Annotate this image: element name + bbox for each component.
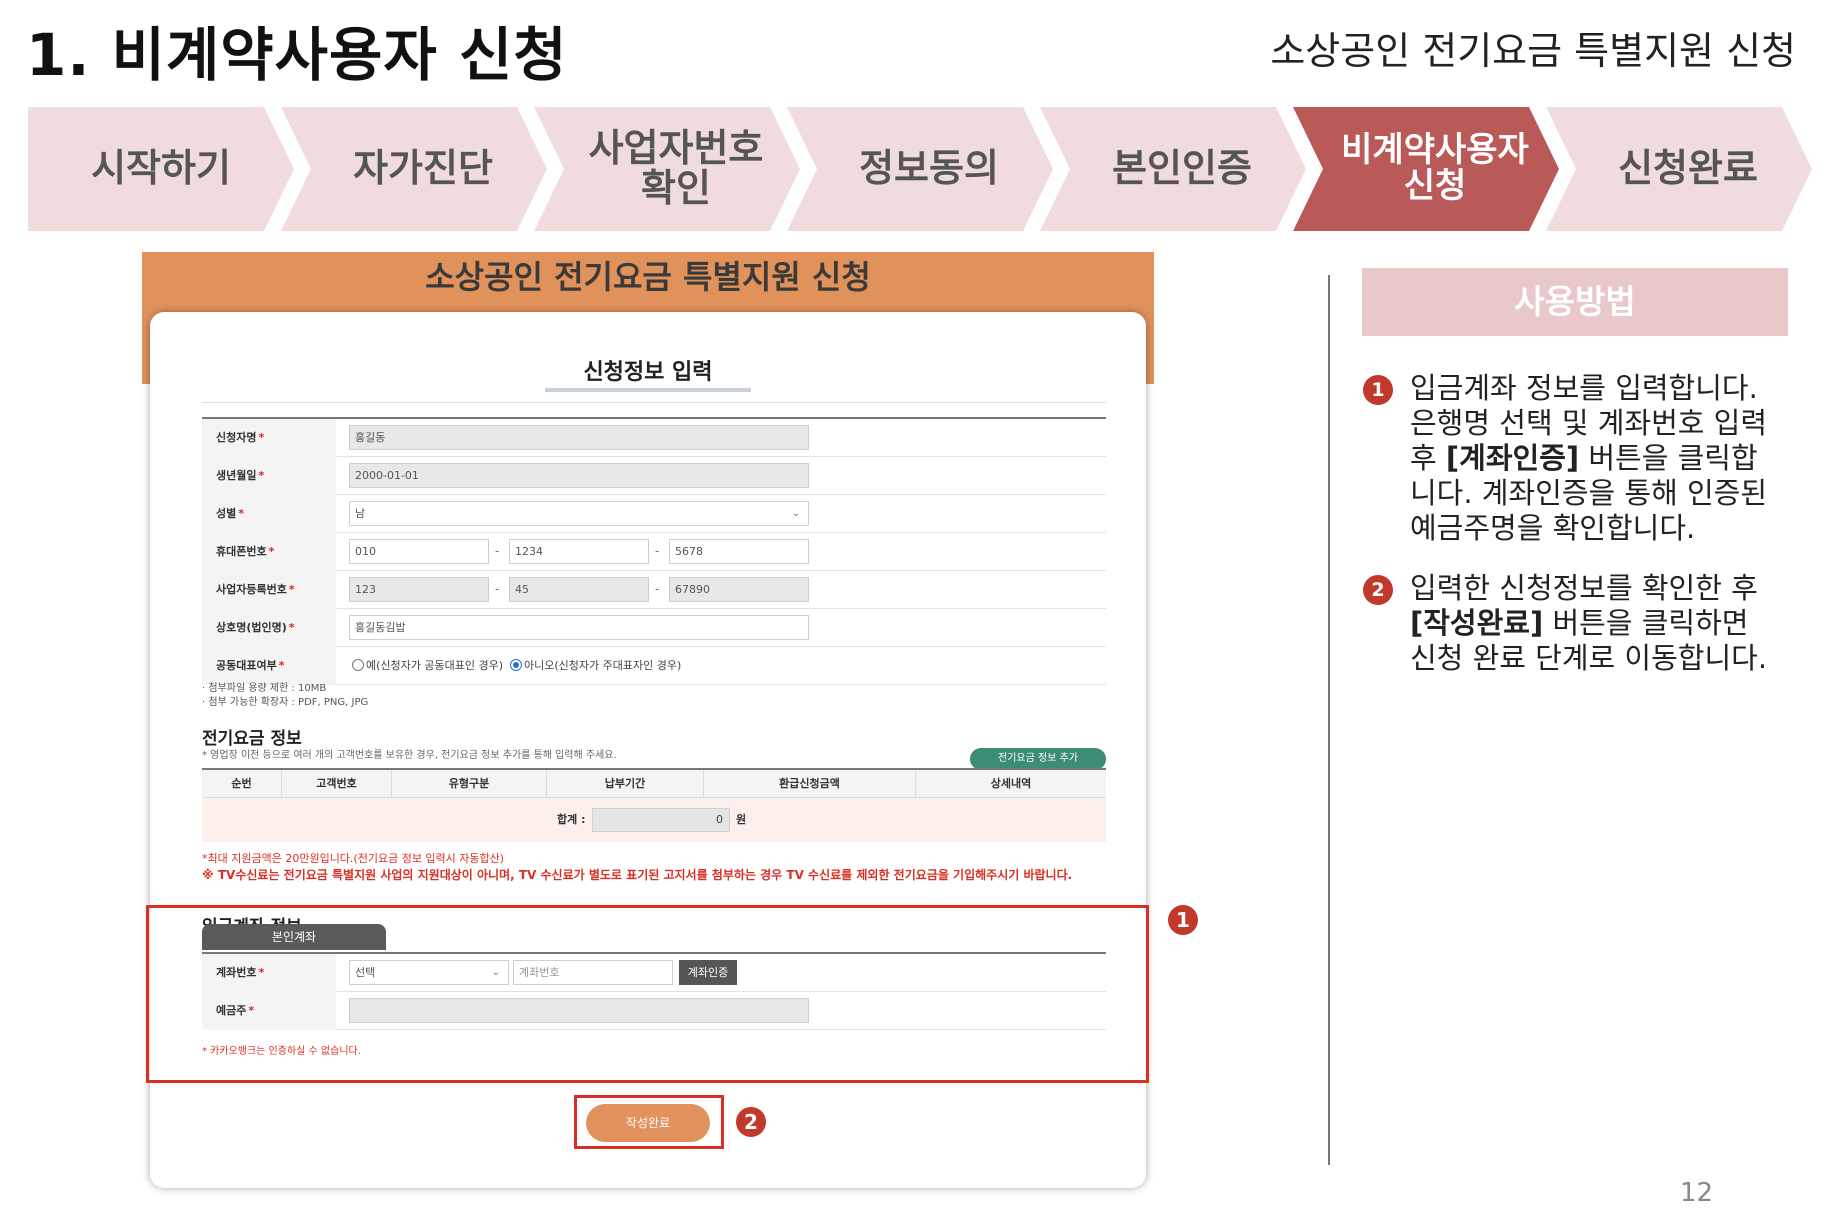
row-joint-rep: 공동대표여부 * 예(신청자가 공동대표인 경우) 아니오(신청자가 주대표자인 … bbox=[202, 647, 1106, 685]
callout-badge-1: 1 bbox=[1168, 905, 1198, 935]
mobile-input-3[interactable]: 5678 bbox=[669, 539, 809, 564]
max-support-note: *최대 지원금액은 20만원입니다.(전기요금 정보 입력시 자동합산) bbox=[202, 852, 505, 865]
step-self-check: 자가진단 bbox=[281, 107, 547, 231]
dash: - bbox=[655, 582, 660, 596]
electricity-table: 순번 고객번호 유형구분 납부기간 환급신청금액 상세내역 합계 : 0 원 bbox=[202, 768, 1106, 842]
gender-select[interactable]: 남 ⌄ bbox=[349, 501, 809, 526]
col-customer-no: 고객번호 bbox=[282, 770, 392, 798]
label-gender: 성별 * bbox=[202, 495, 336, 533]
joint-rep-radio-group: 예(신청자가 공동대표인 경우) 아니오(신청자가 주대표자인 경우) bbox=[352, 647, 681, 685]
howto-header: 사용방법 bbox=[1362, 268, 1788, 336]
row-business-number: 사업자등록번호 * 123 - 45 - 67890 bbox=[202, 571, 1106, 609]
electricity-total-row: 합계 : 0 원 bbox=[202, 798, 1106, 842]
mobile-input-1[interactable]: 010 bbox=[349, 539, 489, 564]
step-business-number: 사업자번호 확인 bbox=[534, 107, 800, 231]
howto-badge-2: 2 bbox=[1363, 575, 1393, 605]
business-number-input-3[interactable]: 67890 bbox=[669, 577, 809, 602]
step-identity: 본인인증 bbox=[1040, 107, 1306, 231]
submit-button[interactable]: 작성완료 bbox=[586, 1104, 710, 1142]
page-number: 12 bbox=[1680, 1178, 1714, 1208]
label-mobile: 휴대폰번호 * bbox=[202, 533, 336, 571]
slide-title: 1. 비계약사용자 신청 bbox=[26, 21, 568, 89]
howto-step-2: 입력한 신청정보를 확인한 후 [작성완료] 버튼을 클릭하면 신청 완료 단계… bbox=[1410, 571, 1768, 675]
col-period: 납부기간 bbox=[547, 770, 704, 798]
tv-fee-note: ※ TV수신료는 전기요금 특별지원 사업의 지원대상이 아니며, TV 수신료… bbox=[202, 868, 1073, 882]
row-gender: 성별 * 남 ⌄ bbox=[202, 495, 1106, 533]
step-complete: 신청완료 bbox=[1546, 107, 1812, 231]
dash: - bbox=[655, 544, 660, 558]
screenshot-header-title: 소상공인 전기요금 특별지원 신청 bbox=[425, 258, 871, 296]
step-start: 시작하기 bbox=[28, 107, 294, 231]
business-number-input-2[interactable]: 45 bbox=[509, 577, 649, 602]
howto-step-1: 입금계좌 정보를 입력합니다. 은행명 선택 및 계좌번호 입력 후 [계좌인증… bbox=[1410, 371, 1768, 545]
electricity-section-desc: * 영업장 이전 등으로 여러 개의 고객번호를 보유한 경우, 전기요금 정보… bbox=[202, 750, 617, 761]
attach-ext-note: · 첨부 가능한 확장자 : PDF, PNG, JPG bbox=[202, 697, 369, 708]
slide-subtitle: 소상공인 전기요금 특별지원 신청 bbox=[1270, 29, 1796, 73]
howto-badge-1: 1 bbox=[1363, 375, 1393, 405]
mobile-input-2[interactable]: 1234 bbox=[509, 539, 649, 564]
company-name-input[interactable]: 홍길동김밥 bbox=[349, 615, 809, 640]
row-company-name: 상호명(법인명) * 홍길동김밥 bbox=[202, 609, 1106, 647]
business-number-input-1[interactable]: 123 bbox=[349, 577, 489, 602]
joint-rep-no-label: 아니오(신청자가 주대표자인 경우) bbox=[524, 659, 682, 672]
callout-badge-2: 2 bbox=[736, 1107, 766, 1137]
total-unit: 원 bbox=[736, 813, 747, 826]
label-business-number: 사업자등록번호 * bbox=[202, 571, 336, 609]
label-birth-date: 생년월일 * bbox=[202, 457, 336, 495]
attach-size-note: · 첨부파일 용량 제한 : 10MB bbox=[202, 683, 327, 694]
progress-steps: 시작하기 자가진단 사업자번호 확인 정보동의 본인인증 비계약사용자 신청 신… bbox=[28, 107, 1813, 231]
col-type: 유형구분 bbox=[392, 770, 547, 798]
applicant-table: 신청자명 * 홍길동 생년월일 * 2000-01-01 성별 * 남 ⌄ 휴대폰번호 *… bbox=[202, 417, 1106, 685]
birth-date-input[interactable]: 2000-01-01 bbox=[349, 463, 809, 488]
col-details: 상세내역 bbox=[990, 777, 1032, 790]
vertical-divider bbox=[1328, 275, 1330, 1165]
step-non-contract-apply: 비계약사용자 신청 bbox=[1293, 107, 1559, 231]
step-consent: 정보동의 bbox=[787, 107, 1053, 231]
form-divider bbox=[202, 402, 1106, 403]
dash: - bbox=[495, 544, 500, 558]
label-company-name: 상호명(법인명) * bbox=[202, 609, 336, 647]
total-label: 합계 : bbox=[557, 813, 586, 826]
row-mobile: 휴대폰번호 * 010 - 1234 - 5678 bbox=[202, 533, 1106, 571]
applicant-name-input[interactable]: 홍길동 bbox=[349, 425, 809, 450]
form-title-underline bbox=[545, 388, 751, 392]
add-electricity-info-button[interactable]: 전기요금 정보 추가 bbox=[970, 748, 1106, 770]
electricity-table-header: 순번 고객번호 유형구분 납부기간 환급신청금액 상세내역 bbox=[202, 770, 1106, 798]
total-amount-field: 0 bbox=[592, 808, 730, 832]
dash: - bbox=[495, 582, 500, 596]
col-seq: 순번 bbox=[202, 770, 282, 798]
col-refund-amount: 환급신청금액 bbox=[704, 770, 916, 798]
chevron-down-icon: ⌄ bbox=[791, 508, 800, 519]
callout-box-account bbox=[146, 905, 1149, 1083]
row-applicant-name: 신청자명 * 홍길동 bbox=[202, 419, 1106, 457]
joint-rep-yes-label: 예(신청자가 공동대표인 경우) bbox=[366, 659, 504, 672]
joint-rep-radio-yes[interactable] bbox=[352, 659, 364, 671]
form-title: 신청정보 입력 bbox=[583, 360, 713, 385]
label-applicant-name: 신청자명 * bbox=[202, 419, 336, 457]
joint-rep-radio-no[interactable] bbox=[510, 659, 523, 671]
row-birth-date: 생년월일 * 2000-01-01 bbox=[202, 457, 1106, 495]
